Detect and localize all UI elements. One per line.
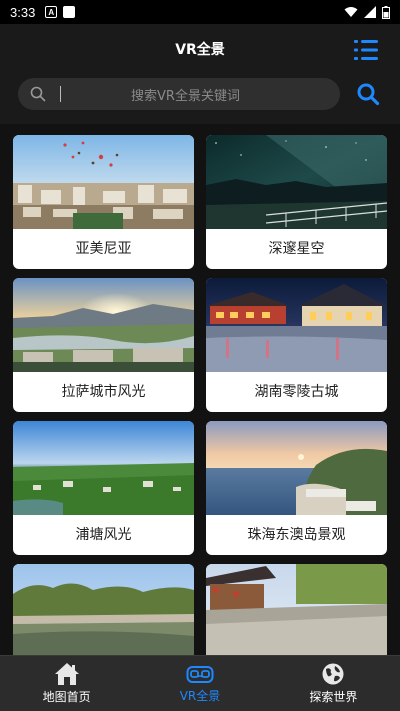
card-image [206, 564, 387, 655]
panorama-card[interactable]: 亚美尼亚 [13, 135, 194, 269]
panorama-card[interactable]: 湖南零陵古城 [206, 278, 387, 412]
card-label: 湖南零陵古城 [254, 384, 339, 400]
panorama-card[interactable]: 拉萨城市风光 [13, 278, 194, 412]
card-image [206, 278, 387, 372]
battery-icon [382, 5, 390, 19]
panorama-card[interactable]: 珠海东澳岛景观 [206, 421, 387, 555]
card-label: 珠海东澳岛景观 [247, 527, 346, 543]
list-menu-icon[interactable] [354, 39, 378, 61]
notification-square-icon [63, 6, 76, 18]
card-image [206, 421, 387, 515]
page-title: VR全景 [175, 42, 225, 58]
panorama-card[interactable]: 浦塘风光 [13, 421, 194, 555]
card-label: 浦塘风光 [75, 527, 132, 543]
wifi-icon [344, 7, 358, 17]
vr-goggles-icon [186, 666, 214, 683]
bottom-tab-bar: 地图首页 VR全景 探索世界 [0, 655, 400, 711]
panorama-card[interactable] [13, 564, 194, 655]
search-icon [30, 86, 46, 102]
tab-label: 地图首页 [42, 690, 91, 704]
card-image [13, 135, 194, 229]
card-image [13, 564, 194, 655]
panorama-card[interactable]: 深邃星空 [206, 135, 387, 269]
card-image [206, 135, 387, 229]
tab-label: VR全景 [179, 689, 221, 703]
tab-vr-panorama[interactable]: VR全景 [133, 656, 266, 711]
card-label: 亚美尼亚 [75, 241, 132, 257]
tab-map-home[interactable]: 地图首页 [0, 656, 133, 711]
home-icon [54, 663, 79, 685]
tab-label: 探索世界 [309, 690, 358, 704]
app-bar: VR全景 [0, 24, 400, 76]
status-time: 3:33 [10, 4, 36, 20]
card-label: 深邃星空 [268, 241, 325, 257]
status-bar: 3:33 A [0, 0, 400, 24]
search-row: 搜索VR全景关键词 [0, 76, 400, 124]
card-image [13, 278, 194, 372]
card-image [13, 421, 194, 515]
panorama-card[interactable] [206, 564, 387, 655]
search-placeholder: 搜索VR全景关键词 [131, 88, 240, 104]
globe-icon [322, 663, 344, 685]
tab-explore-world[interactable]: 探索世界 [267, 656, 400, 711]
notification-a-icon: A [45, 6, 58, 18]
signal-icon [364, 6, 376, 18]
search-input[interactable]: 搜索VR全景关键词 [18, 78, 340, 110]
card-label: 拉萨城市风光 [61, 384, 146, 400]
search-button-icon[interactable] [356, 82, 380, 106]
panorama-grid: 亚美尼亚 深邃星空 拉萨城市风光 湖南零陵古城 浦塘风光 珠海东澳岛景观 [0, 125, 400, 655]
